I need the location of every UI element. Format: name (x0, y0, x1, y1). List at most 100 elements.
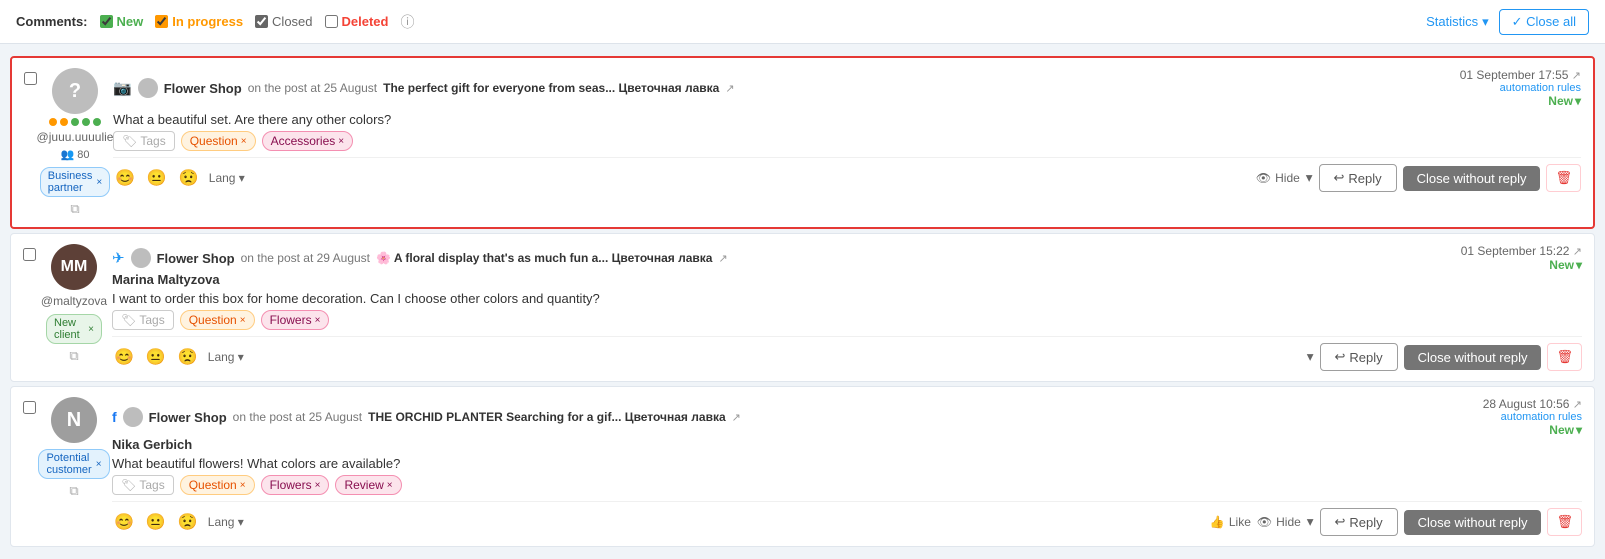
post-title: THE ORCHID PLANTER Searching for a gif..… (368, 410, 726, 424)
filter-new-checkbox[interactable] (100, 15, 113, 28)
delete-button[interactable]: 🗑 (1546, 164, 1581, 192)
expand-button[interactable]: ▾ (1307, 349, 1314, 365)
lang-selector[interactable]: Lang ▾ (208, 350, 244, 364)
source-left: f Flower Shop on the post at 25 August T… (112, 407, 741, 427)
tag-remove[interactable]: × (315, 315, 321, 326)
dot (82, 118, 90, 126)
comment-checkbox-col (24, 68, 37, 217)
reply-button[interactable]: ↩ Reply (1319, 164, 1397, 192)
ext-link[interactable]: ↗ (1572, 70, 1581, 82)
smile-happy-btn[interactable]: 😊 (112, 512, 136, 532)
lang-selector[interactable]: Lang ▾ (208, 515, 244, 529)
dot (71, 118, 79, 126)
filter-deleted[interactable]: Deleted (325, 14, 389, 29)
reply-button[interactable]: ↩ Reply (1320, 343, 1398, 371)
external-link-icon[interactable]: ↗ (732, 411, 741, 424)
badge-remove[interactable]: × (88, 324, 94, 335)
help-icon[interactable]: ⓘ (400, 12, 414, 32)
source-left: 📷 Flower Shop on the post at 25 August T… (113, 78, 735, 98)
tag-remove[interactable]: × (338, 136, 344, 147)
reply-label: Reply (1349, 515, 1382, 530)
auto-rules-link[interactable]: automation rules (1421, 82, 1581, 94)
status-badge[interactable]: New ▾ (1422, 258, 1582, 272)
comment-card: ? @juuu.uuuulie 👥 80 Business partner (10, 56, 1595, 229)
avatar-col: ? @juuu.uuuulie 👥 80 Business partner (47, 68, 103, 217)
filter-new[interactable]: New (100, 14, 144, 29)
filter-closed[interactable]: Closed (255, 14, 312, 29)
badge-remove[interactable]: × (96, 177, 102, 188)
close-without-reply-label: Close without reply (1417, 171, 1527, 186)
filter-inprogress[interactable]: In progress (155, 14, 243, 29)
tags-row: 🏷 Tags Question × Accessories × (113, 131, 1581, 151)
statistics-link[interactable]: Statistics ▾ (1426, 14, 1489, 30)
close-without-reply-button[interactable]: Close without reply (1403, 166, 1541, 191)
expand-button[interactable]: ▾ (1306, 170, 1313, 186)
status-badge[interactable]: New ▾ (1421, 94, 1581, 108)
smile-sad-btn[interactable]: 😟 (176, 512, 200, 532)
like-button[interactable]: 👍 Like (1210, 515, 1251, 529)
copy-icon[interactable]: ⧉ (69, 348, 78, 364)
tag-remove[interactable]: × (315, 480, 321, 491)
tags-input[interactable]: 🏷 Tags (112, 475, 174, 495)
badge-row: New client × (46, 314, 102, 344)
tag-remove[interactable]: × (387, 480, 393, 491)
instagram-icon: 📷 (113, 79, 132, 97)
smile-neutral-btn[interactable]: 😐 (144, 512, 168, 532)
tag-review: Review × (335, 475, 401, 495)
delete-button[interactable]: 🗑 (1547, 343, 1582, 371)
copy-icon[interactable]: ⧉ (70, 201, 79, 217)
ext-link[interactable]: ↗ (1573, 399, 1582, 411)
tag-accessories: Accessories × (262, 131, 354, 151)
tag-question: Question × (181, 131, 256, 151)
reply-label: Reply (1349, 350, 1382, 365)
top-bar: Comments: New In progress Closed Deleted… (0, 0, 1605, 44)
post-title: The perfect gift for everyone from seas.… (383, 81, 719, 95)
smile-happy-btn[interactable]: 😊 (113, 168, 137, 188)
content-col: f Flower Shop on the post at 25 August T… (112, 397, 1582, 536)
tag-remove[interactable]: × (240, 315, 246, 326)
filter-new-label: New (117, 14, 144, 29)
hide-label: Hide (1275, 171, 1300, 185)
close-all-label: ✓ Close all (1512, 14, 1576, 30)
smile-sad-btn[interactable]: 😟 (177, 168, 201, 188)
auto-rules-link[interactable]: automation rules (1422, 411, 1582, 423)
badge: Potential customer × (38, 449, 109, 479)
close-without-reply-button[interactable]: Close without reply (1404, 510, 1542, 535)
timestamp: 01 September 17:55 ↗ (1421, 68, 1581, 82)
hide-button[interactable]: 👁 Hide (1257, 515, 1301, 529)
tag-remove[interactable]: × (241, 136, 247, 147)
reply-button[interactable]: ↩ Reply (1320, 508, 1398, 536)
post-info: on the post at 29 August (241, 251, 370, 265)
smile-sad-btn[interactable]: 😟 (176, 347, 200, 367)
tag-remove[interactable]: × (240, 480, 246, 491)
ext-link[interactable]: ↗ (1573, 246, 1582, 258)
close-without-reply-button[interactable]: Close without reply (1404, 345, 1542, 370)
copy-icon[interactable]: ⧉ (69, 483, 78, 499)
lang-selector[interactable]: Lang ▾ (209, 171, 245, 185)
tag-flowers: Flowers × (261, 310, 330, 330)
reply-icon: ↩ (1335, 349, 1346, 365)
tags-input[interactable]: 🏷 Tags (113, 131, 175, 151)
filter-inprogress-checkbox[interactable] (155, 15, 168, 28)
expand-button[interactable]: ▾ (1307, 514, 1314, 530)
status-badge[interactable]: New ▾ (1422, 423, 1582, 437)
content-col: 📷 Flower Shop on the post at 25 August T… (113, 68, 1581, 217)
external-link-icon[interactable]: ↗ (725, 82, 734, 95)
shop-avatar-small (123, 407, 143, 427)
tags-input[interactable]: 🏷 Tags (112, 310, 174, 330)
badge-label: New client (54, 317, 84, 341)
smile-neutral-btn[interactable]: 😐 (144, 347, 168, 367)
external-link-icon[interactable]: ↗ (718, 252, 727, 265)
close-all-button[interactable]: ✓ Close all (1499, 9, 1589, 35)
delete-button[interactable]: 🗑 (1547, 508, 1582, 536)
filter-deleted-checkbox[interactable] (325, 15, 338, 28)
comment-select-checkbox[interactable] (23, 248, 36, 261)
badge-remove[interactable]: × (96, 459, 102, 470)
comment-select-checkbox[interactable] (24, 72, 37, 85)
hide-button[interactable]: 👁 Hide (1256, 171, 1300, 185)
filter-closed-checkbox[interactable] (255, 15, 268, 28)
smile-neutral-btn[interactable]: 😐 (145, 168, 169, 188)
post-info: on the post at 25 August (233, 410, 362, 424)
smile-happy-btn[interactable]: 😊 (112, 347, 136, 367)
comment-select-checkbox[interactable] (23, 401, 36, 414)
